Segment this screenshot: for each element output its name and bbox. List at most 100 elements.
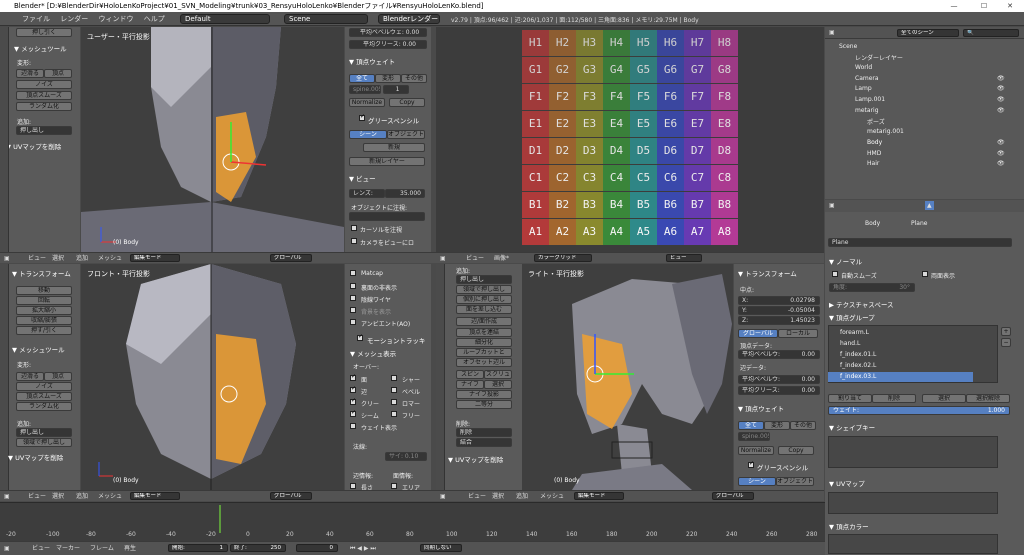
shape-key-list[interactable] — [828, 436, 998, 468]
menu-view[interactable]: ビュー — [468, 492, 486, 501]
sync-mode-select[interactable]: 同期しない — [420, 544, 462, 552]
motion-tracking-checkbox[interactable] — [357, 333, 363, 341]
tool-tabs[interactable] — [436, 264, 445, 490]
lock-camera-checkbox[interactable] — [351, 238, 357, 244]
layout-select[interactable]: Default — [180, 14, 270, 24]
scene-select[interactable]: Scene — [284, 14, 368, 24]
editor-type-icon[interactable]: ▣ — [440, 492, 446, 501]
editor-type-icon[interactable]: ▣ — [829, 201, 835, 210]
vertex-weight-header[interactable]: ▼ 頂点ウェイト — [349, 56, 395, 66]
list-item-selected[interactable]: f_index.03.L — [828, 372, 973, 382]
uv-image-editor[interactable]: H1 H2 H3 H4 H5 H6 H7 H8 G1 G2 G3 G4 G5 G6 G7 G8 F1 F2 F3 F4… — [436, 27, 824, 252]
menu-mesh[interactable]: メッシュ — [98, 492, 122, 501]
push-pull-button[interactable]: 押す/引く — [16, 326, 72, 335]
vw-other-button[interactable]: その他 — [401, 74, 427, 83]
mesh-display-header[interactable]: ▼ メッシュ表示 — [350, 348, 396, 358]
uv-remove-header[interactable]: ▼ UVマップを削除 — [448, 454, 503, 464]
vw-deform-button[interactable]: 変形 — [375, 74, 401, 83]
avg-crease-field[interactable]: 平均クリース: 0.00 — [349, 40, 427, 49]
grease-pencil-checkbox[interactable] — [748, 460, 754, 468]
vertex-color-list[interactable] — [828, 534, 998, 554]
push-pull-button[interactable]: 押し引く — [16, 28, 72, 37]
list-item[interactable]: hand.L — [828, 339, 973, 349]
loopcut-button[interactable]: ループカットと — [456, 348, 512, 357]
menu-select[interactable]: 選択 — [52, 492, 64, 501]
editor-type-icon[interactable]: ▣ — [4, 544, 10, 553]
mesh-name-field[interactable]: Plane — [828, 238, 1012, 247]
transform-header[interactable]: ▼ トランスフォーム — [738, 268, 797, 278]
image-select[interactable]: カラーグリッド — [534, 254, 592, 262]
median-z-field[interactable]: Z: 1.45023 — [738, 316, 820, 325]
play-controls-icon[interactable]: ⏮ ◀ ▶ ⏭ — [350, 544, 376, 553]
delete-select[interactable]: 削除 — [456, 428, 512, 437]
remove-group-button[interactable]: − — [1001, 338, 1011, 347]
double-sided-checkbox[interactable] — [922, 271, 928, 277]
vertex-button[interactable]: 頂点 — [44, 69, 72, 78]
mesh-data-tab-icon[interactable]: ▲ — [925, 201, 934, 210]
move-button[interactable]: 移動 — [16, 286, 72, 295]
copy-button[interactable]: Copy — [389, 98, 425, 107]
gp-new-layer-button[interactable]: 新規レイヤー — [349, 157, 425, 166]
mode-select[interactable]: 編集モード — [574, 492, 624, 500]
shape-keys-header[interactable]: ▼ シェイプキー — [829, 422, 875, 432]
autosmooth-checkbox[interactable] — [832, 271, 838, 277]
assign-button[interactable]: 割り当て — [828, 394, 872, 403]
lens-field[interactable]: 35.000 — [385, 189, 425, 198]
view-mode-select[interactable]: ビュー — [666, 254, 702, 262]
avg-bevel-field[interactable]: 平均ベベルウェ: 0.00 — [349, 28, 427, 37]
menu-select[interactable]: 選択 — [52, 254, 64, 263]
randomize-button[interactable]: ランダム化 — [16, 102, 72, 111]
menu-image[interactable]: 画像* — [494, 254, 509, 263]
menu-add[interactable]: 追加 — [76, 492, 88, 501]
extrude-select[interactable]: 押し出し — [16, 428, 72, 437]
face-area-checkbox[interactable] — [391, 483, 397, 489]
current-frame-field[interactable]: 0 — [296, 544, 338, 552]
local-button[interactable]: ローカル — [778, 329, 818, 338]
world-bg-checkbox[interactable] — [350, 307, 356, 313]
knife-button[interactable]: ナイフ — [456, 380, 484, 389]
vw-all-button[interactable]: 全て — [738, 421, 764, 430]
view-header[interactable]: ▼ ビュー — [349, 173, 376, 183]
shrink-fatten-button[interactable]: 収縮/膨張 — [16, 316, 72, 325]
edge-crease-field[interactable]: 平均クリース: 0.00 — [738, 386, 820, 395]
gp-new-button[interactable]: 新規 — [363, 143, 425, 152]
menu-help[interactable]: ヘルプ — [140, 12, 169, 26]
list-item[interactable]: f_index.01.L — [828, 350, 973, 360]
tool-tabs[interactable] — [0, 27, 9, 252]
eye-icon[interactable]: 👁 — [997, 107, 1005, 114]
noise-button[interactable]: ノイズ — [16, 382, 72, 391]
viewport-front-ortho[interactable]: フロント・平行投影 (0) Body — [81, 264, 344, 490]
overlay-mark-checkbox[interactable] — [391, 399, 397, 405]
eye-icon[interactable]: 👁 — [997, 150, 1005, 157]
menu-view[interactable]: ビュー — [28, 492, 46, 501]
screw-button[interactable]: スクリュ — [484, 370, 512, 379]
knife-project-button[interactable]: ナイフ投影 — [456, 390, 512, 399]
tree-item-render-layers[interactable]: レンダーレイヤー — [855, 53, 903, 62]
select-button[interactable]: 選択 — [922, 394, 966, 403]
tree-item-lamp[interactable]: Lamp — [855, 85, 872, 92]
autosmooth-angle-field[interactable]: 角度: 30° — [829, 283, 915, 292]
overlay-freestyle-checkbox[interactable] — [391, 411, 397, 417]
menu-view[interactable]: ビュー — [28, 254, 46, 263]
weight-field[interactable]: ウェイト: 1.000 — [828, 406, 1010, 415]
bisect-button[interactable]: 二等分 — [456, 400, 512, 409]
uv-maps-header[interactable]: ▼ UVマップ — [829, 478, 865, 488]
editor-type-icon[interactable]: ▣ — [829, 28, 835, 37]
menu-marker[interactable]: マーカー — [56, 544, 80, 553]
list-item[interactable]: f_index.02.L — [828, 361, 973, 371]
menu-render[interactable]: レンダー — [56, 12, 92, 26]
maximize-icon[interactable]: ☐ — [970, 0, 998, 12]
transform-orientation-select[interactable]: グローバル — [712, 492, 754, 500]
editor-type-icon[interactable]: ▣ — [4, 254, 10, 263]
uv-map-list[interactable] — [828, 492, 998, 514]
gp-scene-button[interactable]: シーン — [738, 477, 776, 486]
eye-icon[interactable]: 👁 — [997, 96, 1005, 103]
gp-object-button[interactable]: オブジェクト — [387, 130, 425, 139]
current-frame-marker[interactable] — [219, 505, 221, 533]
vertex-smooth-button[interactable]: 頂点スムーズ — [16, 91, 72, 100]
normal-size-field[interactable]: サイ: 0.10 — [385, 452, 427, 461]
noise-button[interactable]: ノイズ — [16, 80, 72, 89]
menu-mesh[interactable]: メッシュ — [540, 492, 564, 501]
overlay-sharp-checkbox[interactable] — [391, 375, 397, 381]
edge-length-checkbox[interactable] — [350, 483, 356, 489]
